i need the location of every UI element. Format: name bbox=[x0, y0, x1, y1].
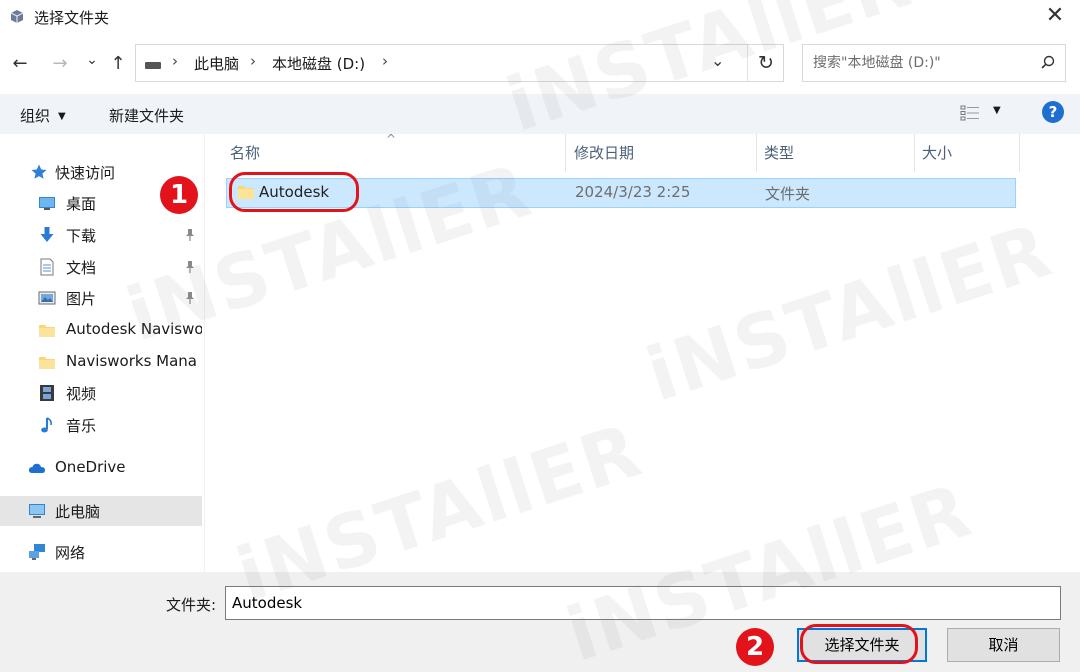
folder-name-input[interactable] bbox=[225, 586, 1061, 620]
sidebar-item-downloads[interactable]: 下载 bbox=[0, 221, 202, 249]
sidebar-item-label: Autodesk Naviswo bbox=[66, 320, 202, 338]
sidebar-item-label: 图片 bbox=[66, 290, 97, 308]
sort-ascending-icon: ^ bbox=[386, 132, 397, 146]
folder-icon bbox=[39, 357, 55, 369]
breadcrumb-separator-icon[interactable]: › bbox=[382, 52, 388, 70]
close-icon[interactable]: ✕ bbox=[1042, 4, 1068, 30]
view-options-caret-icon[interactable]: ▼ bbox=[993, 105, 1001, 116]
forward-arrow-icon[interactable]: → bbox=[48, 52, 72, 76]
sidebar-item-label: 下载 bbox=[66, 227, 97, 245]
help-icon[interactable]: ? bbox=[1042, 101, 1064, 123]
column-header-size[interactable]: 大小 bbox=[922, 142, 952, 178]
view-options-icon[interactable] bbox=[960, 104, 980, 122]
highlight-ring-folder bbox=[229, 172, 359, 212]
sidebar-item-label: Navisworks Mana bbox=[66, 352, 197, 370]
column-header-modified[interactable]: 修改日期 bbox=[574, 142, 634, 178]
breadcrumb-local-disk-d[interactable]: 本地磁盘 (D:) bbox=[272, 53, 365, 74]
search-input[interactable] bbox=[813, 53, 1033, 73]
folder-label: 文件夹: bbox=[166, 596, 217, 614]
desktop-icon bbox=[39, 197, 55, 210]
cloud-icon bbox=[28, 463, 45, 473]
new-folder-button[interactable]: 新建文件夹 bbox=[109, 105, 184, 126]
recent-locations-chevron-icon[interactable]: ⌄ bbox=[80, 48, 104, 72]
sidebar-item-onedrive[interactable]: OneDrive bbox=[0, 454, 202, 482]
cancel-button[interactable]: 取消 bbox=[947, 628, 1060, 662]
organize-menu[interactable]: 组织 ▼ bbox=[20, 105, 66, 126]
up-arrow-icon[interactable]: ↑ bbox=[106, 52, 130, 76]
drive-icon bbox=[145, 62, 161, 69]
sidebar-item-navisworks-manage[interactable]: Navisworks Mana bbox=[0, 348, 202, 376]
sidebar-item-label: 桌面 bbox=[66, 195, 97, 213]
organize-label: 组织 bbox=[20, 107, 51, 125]
column-divider[interactable] bbox=[565, 134, 566, 172]
download-icon bbox=[40, 227, 54, 242]
sidebar-item-label: 此电脑 bbox=[55, 503, 101, 521]
step-badge-2: 2 bbox=[736, 628, 774, 666]
search-box[interactable] bbox=[802, 44, 1066, 82]
row-type: 文件夹 bbox=[765, 185, 811, 203]
caret-down-icon: ▼ bbox=[58, 111, 66, 122]
column-divider[interactable] bbox=[914, 134, 915, 172]
pictures-icon bbox=[38, 291, 56, 305]
column-header-type[interactable]: 类型 bbox=[764, 142, 794, 178]
sidebar-item-this-pc[interactable]: 此电脑 bbox=[0, 496, 202, 526]
sidebar-item-label: 视频 bbox=[66, 385, 97, 403]
document-icon bbox=[40, 258, 54, 276]
sidebar-item-autodesk-navisworks[interactable]: Autodesk Naviswo bbox=[0, 316, 202, 344]
pin-icon[interactable] bbox=[184, 260, 196, 274]
highlight-ring-select-button bbox=[800, 624, 918, 664]
breadcrumb-this-pc[interactable]: 此电脑 bbox=[194, 53, 239, 74]
network-icon bbox=[29, 544, 45, 560]
sidebar-item-label: 快速访问 bbox=[55, 164, 116, 182]
title-bar: 选择文件夹 ✕ bbox=[0, 0, 1080, 34]
sidebar-item-label: 网络 bbox=[55, 544, 86, 562]
breadcrumb-separator-icon[interactable]: › bbox=[250, 52, 256, 70]
sidebar-item-label: OneDrive bbox=[55, 458, 126, 476]
row-modified: 2024/3/23 2:25 bbox=[575, 183, 691, 201]
navigation-bar: ← → ⌄ ↑ › 此电脑 › 本地磁盘 (D:) › ⌄ ↻ bbox=[0, 34, 1080, 94]
dialog-footer: 文件夹: 选择文件夹 取消 bbox=[0, 572, 1080, 672]
video-icon bbox=[40, 385, 54, 401]
star-icon bbox=[31, 164, 47, 179]
pin-icon[interactable] bbox=[184, 291, 196, 305]
pin-icon[interactable] bbox=[184, 228, 196, 242]
address-dropdown-chevron-icon[interactable]: ⌄ bbox=[711, 51, 724, 70]
sidebar-item-network[interactable]: 网络 bbox=[0, 538, 202, 566]
window-title: 选择文件夹 bbox=[34, 9, 110, 27]
app-icon bbox=[10, 10, 24, 23]
sidebar-item-label: 音乐 bbox=[66, 417, 97, 435]
refresh-icon[interactable]: ↻ bbox=[747, 45, 784, 81]
step-badge-1: 1 bbox=[160, 176, 198, 214]
sidebar-item-pictures[interactable]: 图片 bbox=[0, 284, 202, 312]
computer-icon bbox=[29, 504, 45, 518]
sidebar-item-documents[interactable]: 文档 bbox=[0, 253, 202, 281]
column-divider[interactable] bbox=[1019, 134, 1020, 172]
address-bar[interactable]: › 此电脑 › 本地磁盘 (D:) › ⌄ ↻ bbox=[135, 44, 784, 82]
breadcrumb-separator-icon[interactable]: › bbox=[172, 52, 178, 70]
folder-icon bbox=[39, 325, 55, 337]
sidebar-item-music[interactable]: 音乐 bbox=[0, 411, 202, 439]
column-divider[interactable] bbox=[756, 134, 757, 172]
music-icon bbox=[41, 417, 52, 433]
sidebar-item-label: 文档 bbox=[66, 259, 97, 277]
sidebar-item-videos[interactable]: 视频 bbox=[0, 379, 202, 407]
search-icon[interactable] bbox=[1041, 55, 1055, 69]
back-arrow-icon[interactable]: ← bbox=[8, 52, 32, 76]
command-bar: 组织 ▼ 新建文件夹 ▼ ? bbox=[0, 94, 1080, 134]
